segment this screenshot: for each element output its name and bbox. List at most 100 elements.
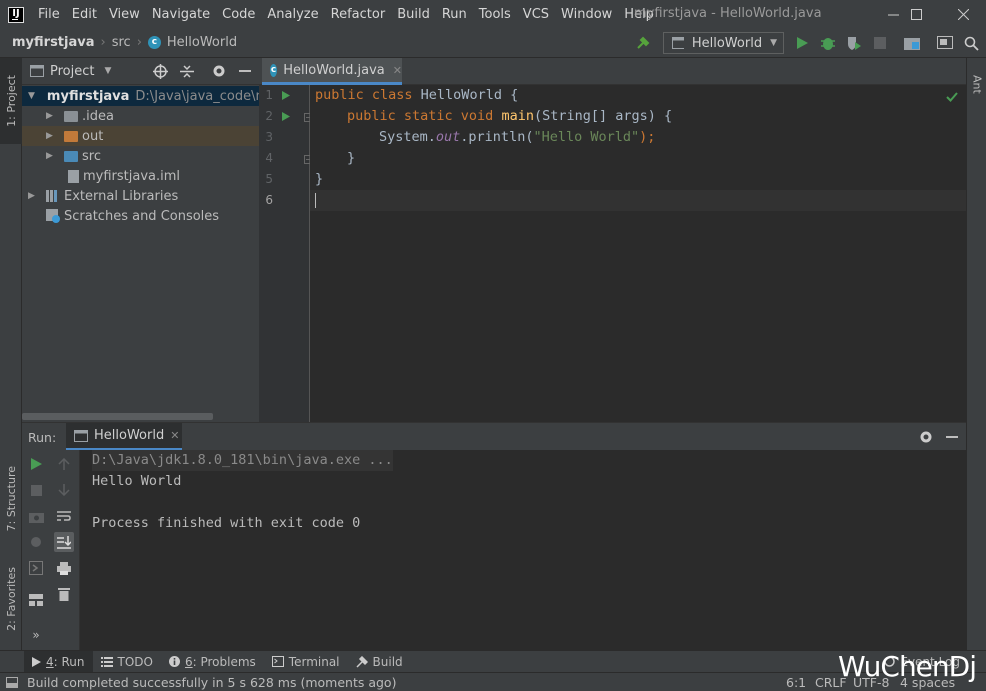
- gear-icon[interactable]: [212, 64, 226, 78]
- breadcrumb-file[interactable]: HelloWorld: [167, 35, 237, 50]
- tree-item-out[interactable]: ▶ out: [22, 126, 259, 146]
- tab-structure[interactable]: 7: Structure: [0, 454, 22, 544]
- checkmark-icon: [946, 92, 958, 102]
- tab-favorites[interactable]: 2: Favorites: [0, 554, 22, 644]
- menu-analyze[interactable]: Analyze: [261, 7, 324, 22]
- shield-run-icon: [848, 37, 861, 50]
- run-button[interactable]: [793, 34, 811, 52]
- breadcrumb-folder[interactable]: src: [112, 35, 131, 50]
- tool-tab-problems[interactable]: 6: Problems: [161, 651, 264, 673]
- layout-button[interactable]: [27, 591, 45, 609]
- tool-tab-todo[interactable]: TODO: [93, 651, 161, 673]
- tree-item-project-root[interactable]: ▼ myfirstjava D:\Java\java_code\m: [22, 86, 259, 106]
- tab-ant[interactable]: Ant: [967, 64, 986, 104]
- run-gutter-icon[interactable]: [281, 111, 291, 122]
- close-button[interactable]: [940, 0, 986, 29]
- settings-bug-button[interactable]: [27, 533, 45, 551]
- menu-build[interactable]: Build: [391, 7, 436, 22]
- horizontal-scrollbar[interactable]: [22, 413, 213, 420]
- tab-helloworld-java[interactable]: c HelloWorld.java ✕: [262, 58, 402, 85]
- library-icon: [46, 190, 57, 202]
- status-message[interactable]: Build completed successfully in 5 s 628 …: [27, 675, 396, 690]
- project-structure-button[interactable]: [903, 34, 921, 52]
- chevron-down-icon[interactable]: ▼: [28, 91, 35, 101]
- close-tab-icon[interactable]: ✕: [393, 64, 402, 77]
- tree-item-iml[interactable]: myfirstjava.iml: [22, 166, 259, 186]
- more-icon[interactable]: »: [27, 626, 45, 644]
- hide-panel-icon[interactable]: [945, 430, 959, 444]
- presentation-button[interactable]: [936, 34, 954, 52]
- panel-toggle-icon[interactable]: [6, 677, 18, 688]
- menu-vcs[interactable]: VCS: [517, 7, 555, 22]
- debug-button[interactable]: [819, 34, 837, 52]
- tree-item-src[interactable]: ▶ src: [22, 146, 259, 166]
- tree-item-idea[interactable]: ▶ .idea: [22, 106, 259, 126]
- print-button[interactable]: [55, 559, 73, 577]
- chevron-down-icon[interactable]: ▼: [104, 66, 111, 76]
- clear-all-button[interactable]: [55, 585, 73, 603]
- rerun-button[interactable]: [27, 455, 45, 473]
- bug-gear-icon: [31, 537, 41, 547]
- maximize-button[interactable]: [893, 0, 939, 29]
- console-line-command: D:\Java\jdk1.8.0_181\bin\java.exe ...: [92, 450, 393, 471]
- menu-file[interactable]: File: [32, 7, 66, 22]
- java-class-icon: c: [147, 36, 161, 49]
- coverage-button[interactable]: [845, 34, 863, 52]
- soft-wrap-button[interactable]: [55, 507, 73, 525]
- menu-view[interactable]: View: [103, 7, 146, 22]
- exit-button[interactable]: [27, 559, 45, 577]
- console-line-output: Hello World: [92, 473, 182, 489]
- code-editor[interactable]: public class HelloWorld { public static …: [310, 85, 966, 422]
- keyword: public static void: [347, 108, 502, 124]
- menu-navigate[interactable]: Navigate: [146, 7, 216, 22]
- close-tab-icon[interactable]: ✕: [170, 429, 179, 442]
- tool-tab-build[interactable]: Build: [348, 651, 411, 673]
- chevron-right-icon[interactable]: ▶: [46, 151, 56, 161]
- run-console[interactable]: D:\Java\jdk1.8.0_181\bin\java.exe ... He…: [80, 450, 966, 650]
- run-configuration-select[interactable]: HelloWorld ▼: [663, 32, 784, 54]
- menu-code[interactable]: Code: [216, 7, 261, 22]
- project-panel: Project ▼ ▼ myfirstjava D:\Java\java_cod…: [22, 58, 259, 422]
- watermark-text: WuChenDj: [837, 650, 977, 683]
- caret-position[interactable]: 6:1: [786, 675, 806, 690]
- project-view-title[interactable]: Project: [50, 64, 94, 79]
- run-gutter-icon[interactable]: [281, 90, 291, 101]
- search-icon: [964, 36, 979, 51]
- gear-icon[interactable]: [919, 430, 933, 444]
- tree-item-scratches[interactable]: Scratches and Consoles: [22, 206, 259, 226]
- down-stack-button[interactable]: [55, 481, 73, 499]
- code-line-2: public static void main(String[] args) {: [315, 106, 672, 127]
- run-toolbar: »: [22, 450, 80, 650]
- application-icon: [672, 37, 684, 49]
- tab-project[interactable]: 1: Project: [0, 58, 22, 144]
- scroll-to-end-button[interactable]: [54, 532, 74, 552]
- menu-edit[interactable]: Edit: [66, 7, 103, 22]
- locate-target-icon[interactable]: [153, 64, 168, 79]
- build-hammer-icon[interactable]: [634, 34, 652, 52]
- text-caret: [315, 193, 316, 208]
- hide-panel-icon[interactable]: [238, 64, 252, 78]
- up-stack-button[interactable]: [55, 455, 73, 473]
- stop-button[interactable]: [27, 481, 45, 499]
- menu-refactor[interactable]: Refactor: [325, 7, 392, 22]
- breadcrumb-project[interactable]: myfirstjava: [12, 35, 95, 50]
- chevron-right-icon[interactable]: ▶: [28, 191, 38, 201]
- tree-item-external-libraries[interactable]: ▶ External Libraries: [22, 186, 259, 206]
- printer-icon: [57, 561, 71, 575]
- collapse-all-icon[interactable]: [180, 64, 194, 79]
- stop-button[interactable]: [871, 34, 889, 52]
- chevron-right-icon[interactable]: ▶: [46, 131, 56, 141]
- keyword: public class: [315, 87, 421, 103]
- search-button[interactable]: [962, 34, 980, 52]
- menu-window[interactable]: Window: [555, 7, 618, 22]
- static-field: out: [435, 129, 461, 145]
- chevron-right-icon[interactable]: ▶: [46, 111, 56, 121]
- menu-run[interactable]: Run: [436, 7, 473, 22]
- tool-tab-run[interactable]: 4: Run: [24, 650, 93, 673]
- tool-tab-terminal[interactable]: Terminal: [264, 651, 348, 673]
- scroll-end-icon: [57, 535, 71, 549]
- dump-threads-button[interactable]: [27, 507, 45, 525]
- menu-tools[interactable]: Tools: [473, 7, 517, 22]
- java-class-icon: c: [270, 63, 278, 77]
- tab-run-helloworld[interactable]: HelloWorld ✕: [66, 423, 182, 451]
